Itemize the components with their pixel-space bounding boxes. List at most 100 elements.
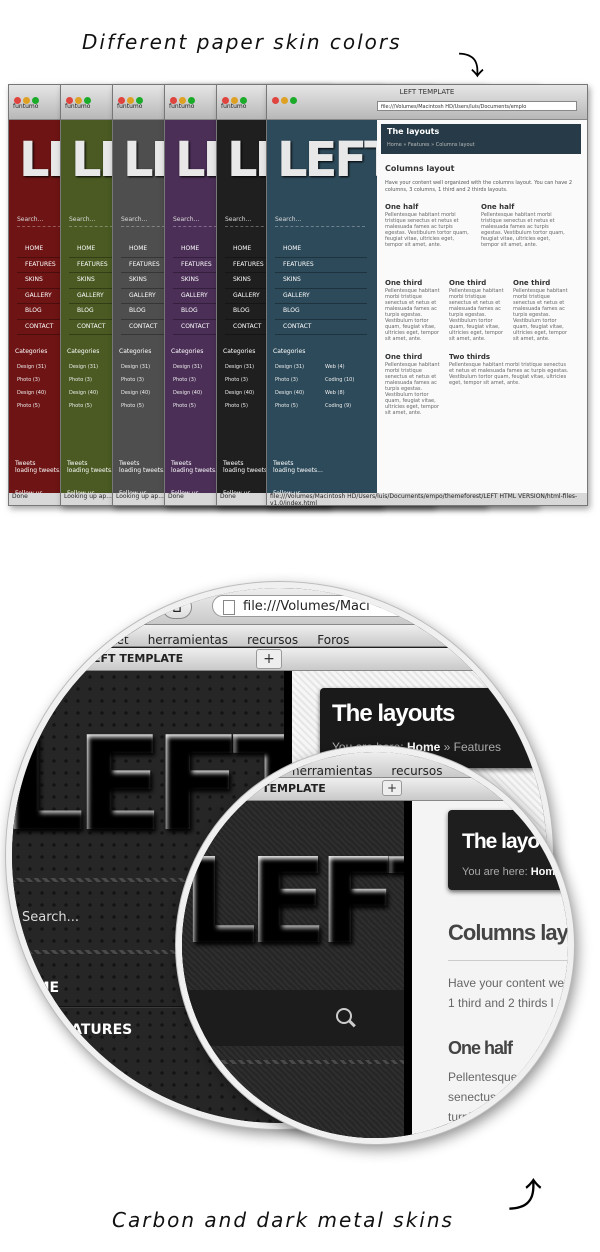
menu-item[interactable]: BLOG: [275, 304, 367, 320]
column-text: Pellentesque habitant morbi tristique se…: [513, 288, 568, 342]
search-input[interactable]: Search...: [22, 910, 79, 925]
status-bar: file:///Volumes/Macintosh HD/Users/luis/…: [267, 493, 587, 505]
lorem-line-3: turpis: [448, 1110, 478, 1124]
curved-arrow-icon: ⤴: [508, 1176, 542, 1216]
menu-home[interactable]: HOME: [12, 980, 59, 996]
magnifier-dark-metal: herramientas recursos TEMPLATE + LEFT Th…: [176, 746, 574, 1144]
categories-title: Categories: [223, 348, 256, 355]
new-tab-button[interactable]: +: [256, 649, 282, 669]
category-item[interactable]: Coding (10): [325, 377, 354, 390]
sidebar-skin: LEFT Search... HOMEFEATURESSKINSGALLERYB…: [267, 120, 397, 497]
new-tab-button[interactable]: +: [382, 780, 402, 796]
tweets-title: Tweets: [119, 460, 140, 467]
one-half-heading: One half: [448, 1038, 513, 1058]
category-item[interactable]: Design (31): [275, 364, 304, 377]
categories-title: Categories: [171, 348, 204, 355]
category-item[interactable]: Photo (3): [173, 377, 202, 390]
category-item[interactable]: Design (40): [225, 390, 254, 403]
bookmark-herramientas[interactable]: herramientas: [148, 633, 228, 647]
menu-item[interactable]: GALLERY: [275, 289, 367, 304]
category-item[interactable]: Coding (9): [325, 403, 354, 416]
category-item[interactable]: Photo (5): [17, 403, 46, 416]
menu-item[interactable]: SKINS: [275, 273, 367, 289]
column-one-third: One third Pellentesque habitant morbi tri…: [449, 280, 505, 343]
column-text: Pellentesque habitant morbi tristique se…: [385, 288, 440, 342]
category-item[interactable]: Photo (5): [225, 403, 254, 416]
column-heading: One half: [385, 203, 419, 211]
caption-bottom: Carbon and dark metal skins: [112, 1208, 454, 1232]
menu-item[interactable]: FEATURES: [275, 258, 367, 273]
category-item[interactable]: Photo (3): [275, 377, 304, 390]
skin-window-front: LEFT TEMPLATE file:///Volumes/Macintosh …: [266, 84, 588, 506]
breadcrumb-prefix: You are here:: [462, 866, 528, 878]
menu-item[interactable]: CONTACT: [275, 320, 367, 335]
column-one-half: One half Pellentesque habitant morbi tris…: [385, 203, 471, 249]
category-item[interactable]: Design (40): [69, 390, 98, 403]
category-item[interactable]: Design (40): [173, 390, 202, 403]
tab-left-template[interactable]: LEFT TEMPLATE: [86, 649, 183, 669]
category-item[interactable]: Photo (3): [121, 377, 150, 390]
intro-text: Have your content well organized with th…: [385, 180, 573, 193]
category-item[interactable]: Design (31): [225, 364, 254, 377]
menu-features[interactable]: FEATURES: [52, 1022, 132, 1038]
bookmark-recursos[interactable]: recursos: [247, 633, 298, 647]
page-content: The layouts Home » Features » Columns la…: [377, 120, 587, 493]
tweets-title: Tweets: [273, 460, 294, 467]
category-item[interactable]: Design (31): [173, 364, 202, 377]
tweets-text: loading tweets...: [15, 467, 65, 474]
nav-tab[interactable]: funtumo: [113, 103, 142, 110]
category-item[interactable]: Photo (3): [225, 377, 254, 390]
categories-list: Design (31) Photo (3) Design (40) Photo (5): [69, 364, 98, 416]
breadcrumb: You are here: Home: [462, 866, 561, 878]
bookmark-foros[interactable]: Foros: [317, 633, 349, 647]
search-input[interactable]: Search...: [275, 216, 365, 227]
category-item[interactable]: Design (40): [17, 390, 46, 403]
bookmark-market[interactable]: market: [86, 633, 129, 647]
nav-tab[interactable]: funtumo: [61, 103, 90, 110]
url-field[interactable]: file:///Volumes/Maci: [212, 595, 547, 617]
nav-tab[interactable]: funtumo: [165, 103, 194, 110]
divider: [182, 1060, 404, 1064]
curved-arrow-icon: ⤵: [458, 52, 485, 82]
category-item[interactable]: Web (8): [325, 390, 354, 403]
search-icon[interactable]: [336, 1008, 352, 1024]
category-item[interactable]: Design (31): [17, 364, 46, 377]
category-item[interactable]: Photo (3): [69, 377, 98, 390]
tweets-text: loading tweets...: [273, 467, 323, 474]
category-item[interactable]: Design (31): [69, 364, 98, 377]
url-field[interactable]: file:///Volumes/Macintosh HD/Users/luis/…: [377, 101, 577, 111]
page-title: The layouts: [332, 700, 455, 727]
category-item[interactable]: Photo (3): [17, 377, 46, 390]
lorem-line-2: senectus e: [448, 1090, 507, 1104]
column-one-third: One third Pellentesque habitant morbi tri…: [385, 353, 441, 417]
categories-title: Categories: [15, 348, 48, 355]
tweets-title: Tweets: [67, 460, 88, 467]
category-item[interactable]: Photo (5): [275, 403, 304, 416]
sidebar-edge: [404, 801, 412, 1138]
page-title: The layouts: [387, 127, 440, 136]
column-heading: One half: [481, 203, 515, 211]
category-item[interactable]: Photo (5): [69, 403, 98, 416]
category-item[interactable]: Photo (5): [173, 403, 202, 416]
bookmark-herramientas[interactable]: herramientas: [292, 764, 372, 778]
tab-left-template[interactable]: TEMPLATE: [262, 779, 326, 799]
tweets-title: Tweets: [171, 460, 192, 467]
home-icon[interactable]: ⌂: [162, 595, 192, 619]
category-item[interactable]: Design (40): [275, 390, 304, 403]
category-item[interactable]: Photo (5): [121, 403, 150, 416]
caption-top: Different paper skin colors: [82, 30, 402, 54]
tab-bar: [182, 778, 568, 801]
bookmark-recursos[interactable]: recursos: [391, 764, 442, 778]
category-item[interactable]: Design (40): [121, 390, 150, 403]
intro-text-line-1: Have your content we: [448, 976, 565, 990]
page-header: The layouts You are here: Home: [448, 810, 568, 890]
nav-tab[interactable]: funtumo: [9, 103, 38, 110]
nav-tab[interactable]: funtumo: [217, 103, 246, 110]
menu-item[interactable]: HOME: [275, 242, 367, 258]
search-box[interactable]: [182, 990, 404, 1046]
category-item[interactable]: Design (31): [121, 364, 150, 377]
page-title: The layouts: [462, 830, 568, 853]
breadcrumb-home[interactable]: Home: [531, 866, 562, 878]
column-heading: One third: [385, 353, 423, 361]
category-item[interactable]: Web (4): [325, 364, 354, 377]
